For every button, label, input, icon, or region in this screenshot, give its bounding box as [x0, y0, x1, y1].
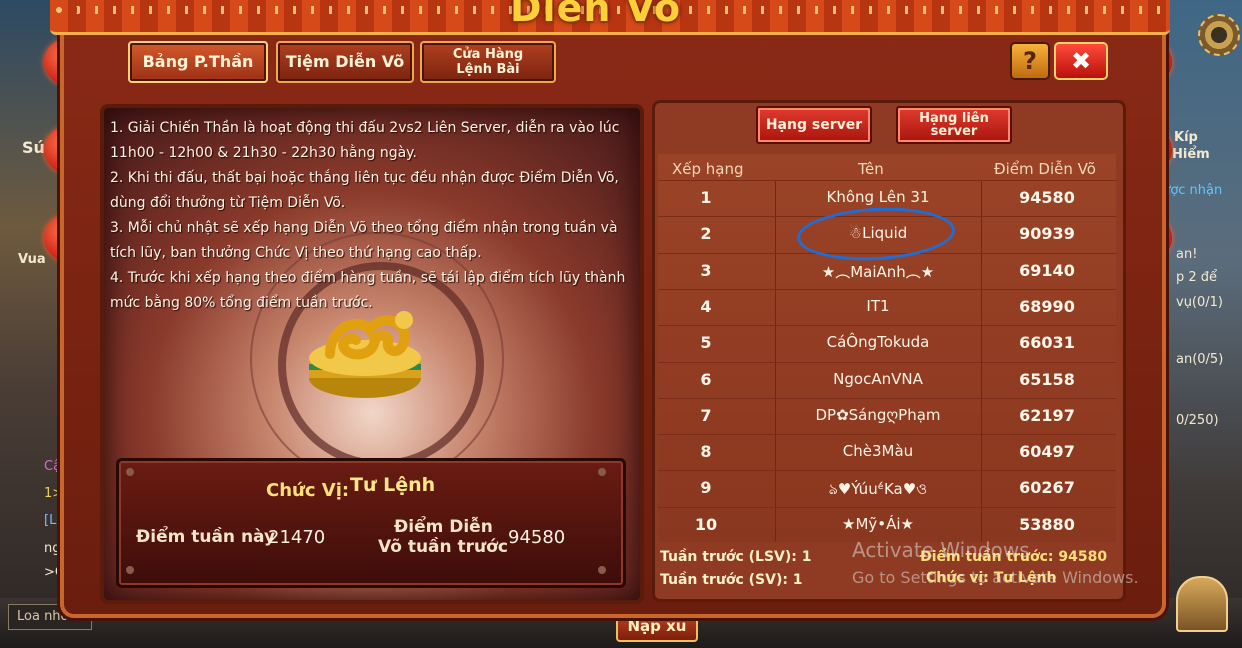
footer-last-week-sv: Tuần trước (SV): 1: [660, 572, 803, 588]
rules-text: 1. Giải Chiến Thần là hoạt động thi đấu …: [110, 116, 634, 316]
row-separator: [658, 180, 1116, 181]
row-points: 68990: [1019, 296, 1075, 316]
row-separator: [658, 434, 1116, 436]
ranking-row[interactable]: 9 ঌ♥Ýúuᵉ́Ka♥ও 60267: [658, 470, 1116, 506]
ranking-row[interactable]: 7 DP✿SángღPhạm 62197: [658, 397, 1116, 434]
row-player-name: Chè3Màu: [842, 442, 914, 461]
close-icon[interactable]: ✖: [1054, 42, 1108, 80]
ranking-row[interactable]: 8 Chè3Màu 60497: [658, 434, 1116, 470]
server-ranking-button[interactable]: Hạng server: [756, 106, 872, 144]
ranking-row[interactable]: 5 CáÔngTokuda 66031: [658, 325, 1116, 361]
row-player-name: NgocAnVNA: [833, 369, 923, 388]
row-points: 53880: [1019, 514, 1075, 534]
row-separator: [658, 397, 1116, 399]
door-icon[interactable]: [1176, 576, 1228, 632]
row-player-name: ঌ♥Ýúuᵉ́Ka♥ও: [828, 480, 928, 499]
windows-watermark-subtitle: Go to Settings to activate Windows.: [852, 568, 1139, 587]
row-points: 66031: [1019, 333, 1075, 353]
title-label: Chức Vị:: [266, 480, 350, 501]
row-player-name: IT1: [866, 296, 890, 315]
row-separator: [658, 325, 1116, 327]
inter-server-ranking-button[interactable]: Hạng liên server: [896, 106, 1012, 144]
bg-side-text: vụ(0/1): [1176, 295, 1223, 310]
bg-side-text: 0/250): [1176, 413, 1219, 428]
last-week-points-value: 94580: [508, 527, 566, 548]
row-points: 69140: [1019, 260, 1075, 280]
bg-side-text: Sú: [22, 138, 45, 157]
bg-side-text: Hiểm: [1172, 147, 1210, 162]
row-separator: [658, 470, 1116, 472]
row-player-name: CáÔngTokuda: [826, 333, 930, 352]
row-points: 94580: [1019, 188, 1075, 207]
ranking-row[interactable]: 4 IT1 68990: [658, 288, 1116, 325]
column-header-points: Điểm Diễn Võ: [994, 160, 1096, 178]
rivet: [126, 468, 134, 476]
column-header-rank: Xếp hạng: [672, 160, 744, 178]
tab-label: Bảng P.Thần: [142, 52, 254, 71]
title-value: Tư Lệnh: [350, 474, 436, 496]
last-week-label: Điểm Diễn: [394, 517, 493, 537]
bg-side-text: Vua: [18, 252, 46, 267]
week-points-label: Điểm tuần này: [136, 527, 276, 547]
row-rank: 6: [700, 369, 712, 389]
row-rank: 3: [700, 260, 712, 280]
column-header-name: Tên: [858, 160, 884, 178]
rivet: [598, 468, 606, 476]
tab-tiem-dien-vo[interactable]: Tiệm Diễn Võ: [276, 41, 414, 83]
week-points-value: 21470: [268, 527, 326, 548]
rule-item: 4. Trước khi xếp hạng theo điểm hàng tuầ…: [110, 270, 626, 311]
rivet: [598, 566, 606, 574]
bg-side-text: p 2 để: [1176, 270, 1218, 285]
row-rank: 5: [700, 333, 712, 353]
row-rank: 1: [700, 188, 712, 207]
row-player-name: DP✿SángღPhạm: [815, 405, 941, 424]
rivet: [126, 566, 134, 574]
help-icon[interactable]: ?: [1010, 42, 1050, 80]
tab-bang-pthan[interactable]: Bảng P.Thần: [128, 41, 268, 83]
row-rank: 9: [700, 478, 712, 498]
button-label: Hạng server: [765, 117, 863, 133]
row-points: 60497: [1019, 442, 1075, 462]
row-player-name: ★Mỹ•Ái★: [842, 514, 914, 533]
tab-label: Tiệm Diễn Võ: [285, 52, 405, 71]
bg-side-text: an!: [1176, 247, 1198, 262]
settings-gear-icon[interactable]: [1198, 14, 1240, 56]
row-rank: 4: [700, 296, 712, 316]
row-points: 60267: [1019, 478, 1075, 498]
tab-cua-hang-lenh-bai[interactable]: Cửa Hàng Lệnh Bài: [420, 41, 556, 83]
bg-side-text: an(0/5): [1176, 352, 1224, 367]
rule-item: 3. Mỗi chủ nhật sẽ xếp hạng Diễn Võ theo…: [110, 220, 618, 261]
row-points: 65158: [1019, 369, 1075, 389]
rule-item: 2. Khi thi đấu, thất bại hoặc thắng liên…: [110, 170, 619, 211]
row-separator: [658, 288, 1116, 290]
row-rank: 10: [694, 514, 718, 534]
tab-label: Cửa Hàng Lệnh Bài: [452, 47, 524, 77]
row-rank: 2: [700, 224, 712, 244]
row-rank: 8: [700, 442, 712, 462]
bg-side-text: Kíp: [1174, 130, 1198, 145]
row-points: 62197: [1019, 405, 1075, 425]
row-separator: [658, 506, 1116, 508]
footer-last-week-lsv: Tuần trước (LSV): 1: [660, 549, 812, 565]
dialog-title: Diễn Võ: [510, 0, 682, 30]
button-label: Hạng liên server: [919, 111, 989, 139]
windows-watermark-title: Activate Windows: [852, 538, 1030, 562]
row-player-name: Không Lên 31: [826, 188, 930, 206]
row-rank: 7: [700, 405, 712, 425]
row-points: 90939: [1019, 224, 1075, 244]
last-week-label: Võ tuần trước: [378, 537, 508, 557]
row-player-name: ★︵MaiAnh︵★: [821, 262, 935, 281]
ranking-row[interactable]: 6 NgocAnVNA 65158: [658, 361, 1116, 398]
rule-item: 1. Giải Chiến Thần là hoạt động thi đấu …: [110, 120, 620, 161]
row-separator: [658, 361, 1116, 363]
